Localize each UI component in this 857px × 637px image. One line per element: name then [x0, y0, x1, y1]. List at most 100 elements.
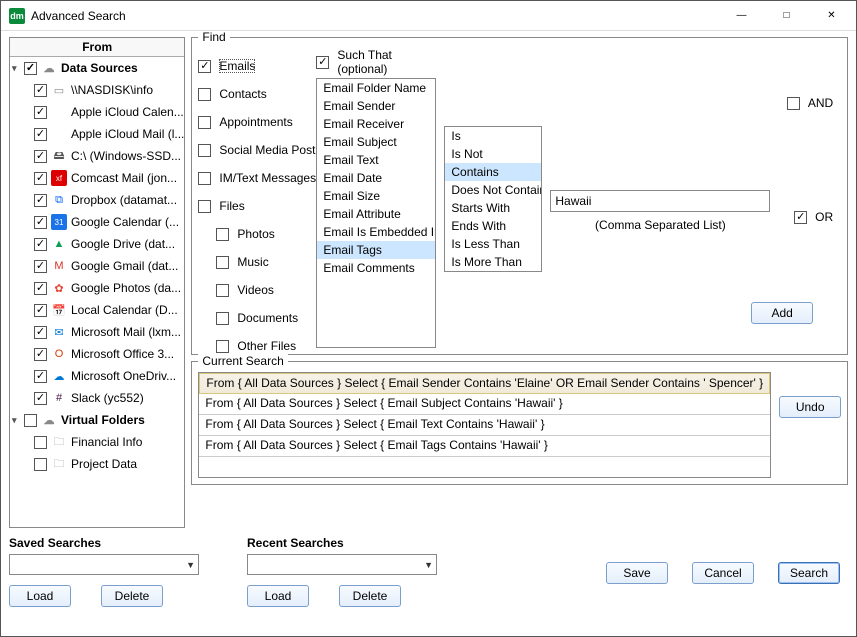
file-subtype-item[interactable]: Music [216, 248, 316, 276]
field-option[interactable]: Email Sender [317, 97, 435, 115]
fields-listbox[interactable]: Email Folder NameEmail SenderEmail Recei… [316, 78, 436, 348]
or-checkbox[interactable] [794, 211, 807, 224]
field-option[interactable]: Email Subject [317, 133, 435, 151]
tree-group[interactable]: ▾☁Virtual Folders [10, 409, 184, 431]
such-that-checkbox[interactable] [316, 56, 329, 69]
tree-checkbox[interactable] [34, 84, 47, 97]
find-type-checkbox[interactable] [198, 144, 211, 157]
recent-searches-combo[interactable]: ▼ [247, 554, 437, 575]
field-option[interactable]: Email Is Embedded In [317, 223, 435, 241]
find-type-item[interactable]: Emails [198, 52, 316, 80]
file-subtype-checkbox[interactable] [216, 340, 229, 353]
tree-item[interactable]: OMicrosoft Office 3... [10, 343, 184, 365]
tree-item[interactable]: ✿Google Photos (da... [10, 277, 184, 299]
file-subtype-item[interactable]: Documents [216, 304, 316, 332]
saved-searches-combo[interactable]: ▼ [9, 554, 199, 575]
find-type-checkbox[interactable] [198, 88, 211, 101]
condition-option[interactable]: Is Not [445, 145, 541, 163]
condition-option[interactable]: Contains [445, 163, 541, 181]
conditions-listbox[interactable]: IsIs NotContainsDoes Not ContainStarts W… [444, 126, 542, 272]
tree-checkbox[interactable] [34, 150, 47, 163]
tree-item[interactable]: ✉Microsoft Mail (lxm... [10, 321, 184, 343]
find-type-item[interactable]: IM/Text Messages [198, 164, 316, 192]
tree-item[interactable]: Apple iCloud Mail (l... [10, 123, 184, 145]
tree-item[interactable]: #Slack (yc552) [10, 387, 184, 409]
value-input[interactable] [550, 190, 770, 212]
minimize-button[interactable]: — [719, 2, 764, 30]
tree-checkbox[interactable] [24, 414, 37, 427]
condition-option[interactable]: Ends With [445, 217, 541, 235]
condition-option[interactable]: Is [445, 127, 541, 145]
field-option[interactable]: Email Comments [317, 259, 435, 277]
current-search-row[interactable]: From { All Data Sources } Select { Email… [199, 436, 770, 457]
tree-item[interactable]: ▭\\NASDISK\info [10, 79, 184, 101]
field-option[interactable]: Email Date [317, 169, 435, 187]
recent-delete-button[interactable]: Delete [339, 585, 401, 607]
save-button[interactable]: Save [606, 562, 668, 584]
cancel-button[interactable]: Cancel [692, 562, 754, 584]
file-subtype-item[interactable]: Photos [216, 220, 316, 248]
tree-checkbox[interactable] [34, 260, 47, 273]
file-subtype-item[interactable]: Videos [216, 276, 316, 304]
file-subtype-checkbox[interactable] [216, 312, 229, 325]
find-type-checkbox[interactable] [198, 60, 211, 73]
field-option[interactable]: Email Receiver [317, 115, 435, 133]
find-type-item[interactable]: Files [198, 192, 316, 220]
find-type-item[interactable]: Contacts [198, 80, 316, 108]
add-button[interactable]: Add [751, 302, 813, 324]
expander-icon[interactable]: ▾ [12, 415, 24, 426]
file-subtype-checkbox[interactable] [216, 284, 229, 297]
field-option[interactable]: Email Attribute [317, 205, 435, 223]
tree-item[interactable]: ⧉Dropbox (datamat... [10, 189, 184, 211]
tree-checkbox[interactable] [34, 326, 47, 339]
search-button[interactable]: Search [778, 562, 840, 584]
data-source-tree[interactable]: ▾☁Data Sources▭\\NASDISK\infoApple iClou… [10, 57, 184, 527]
tree-item[interactable]: 🗀Project Data [10, 453, 184, 475]
find-type-checkbox[interactable] [198, 116, 211, 129]
find-type-item[interactable]: Appointments [198, 108, 316, 136]
saved-delete-button[interactable]: Delete [101, 585, 163, 607]
find-type-checkbox[interactable] [198, 172, 211, 185]
tree-checkbox[interactable] [34, 392, 47, 405]
file-subtype-checkbox[interactable] [216, 256, 229, 269]
field-option[interactable]: Email Text [317, 151, 435, 169]
tree-item[interactable]: Apple iCloud Calen... [10, 101, 184, 123]
close-button[interactable]: ✕ [809, 2, 854, 30]
tree-checkbox[interactable] [34, 216, 47, 229]
tree-checkbox[interactable] [34, 458, 47, 471]
tree-checkbox[interactable] [34, 348, 47, 361]
undo-button[interactable]: Undo [779, 396, 841, 418]
tree-checkbox[interactable] [34, 172, 47, 185]
tree-item[interactable]: xfComcast Mail (jon... [10, 167, 184, 189]
recent-load-button[interactable]: Load [247, 585, 309, 607]
tree-item[interactable]: ▲Google Drive (dat... [10, 233, 184, 255]
tree-checkbox[interactable] [34, 304, 47, 317]
current-search-table[interactable]: From { All Data Sources } Select { Email… [198, 372, 771, 478]
tree-item[interactable]: 31Google Calendar (... [10, 211, 184, 233]
tree-item[interactable]: 🖴C:\ (Windows-SSD... [10, 145, 184, 167]
tree-item[interactable]: MGoogle Gmail (dat... [10, 255, 184, 277]
current-search-row[interactable]: From { All Data Sources } Select { Email… [199, 415, 770, 436]
condition-option[interactable]: Starts With [445, 199, 541, 217]
tree-item[interactable]: 🗀Financial Info [10, 431, 184, 453]
condition-option[interactable]: Is Within The Last [445, 271, 541, 272]
field-option[interactable]: Email Tags [317, 241, 435, 259]
field-option[interactable]: Email Size [317, 187, 435, 205]
tree-checkbox[interactable] [34, 128, 47, 141]
tree-item[interactable]: 📅Local Calendar (D... [10, 299, 184, 321]
maximize-button[interactable]: □ [764, 2, 809, 30]
find-type-checkbox[interactable] [198, 200, 211, 213]
tree-checkbox[interactable] [34, 436, 47, 449]
expander-icon[interactable]: ▾ [12, 63, 24, 74]
tree-item[interactable]: ☁Microsoft OneDriv... [10, 365, 184, 387]
tree-checkbox[interactable] [34, 282, 47, 295]
condition-option[interactable]: Is Less Than [445, 235, 541, 253]
tree-checkbox[interactable] [34, 106, 47, 119]
tree-group[interactable]: ▾☁Data Sources [10, 57, 184, 79]
current-search-row[interactable]: From { All Data Sources } Select { Email… [199, 394, 770, 415]
file-subtype-checkbox[interactable] [216, 228, 229, 241]
tree-checkbox[interactable] [24, 62, 37, 75]
field-option[interactable]: Email Folder Name [317, 79, 435, 97]
saved-load-button[interactable]: Load [9, 585, 71, 607]
and-checkbox[interactable] [787, 97, 800, 110]
